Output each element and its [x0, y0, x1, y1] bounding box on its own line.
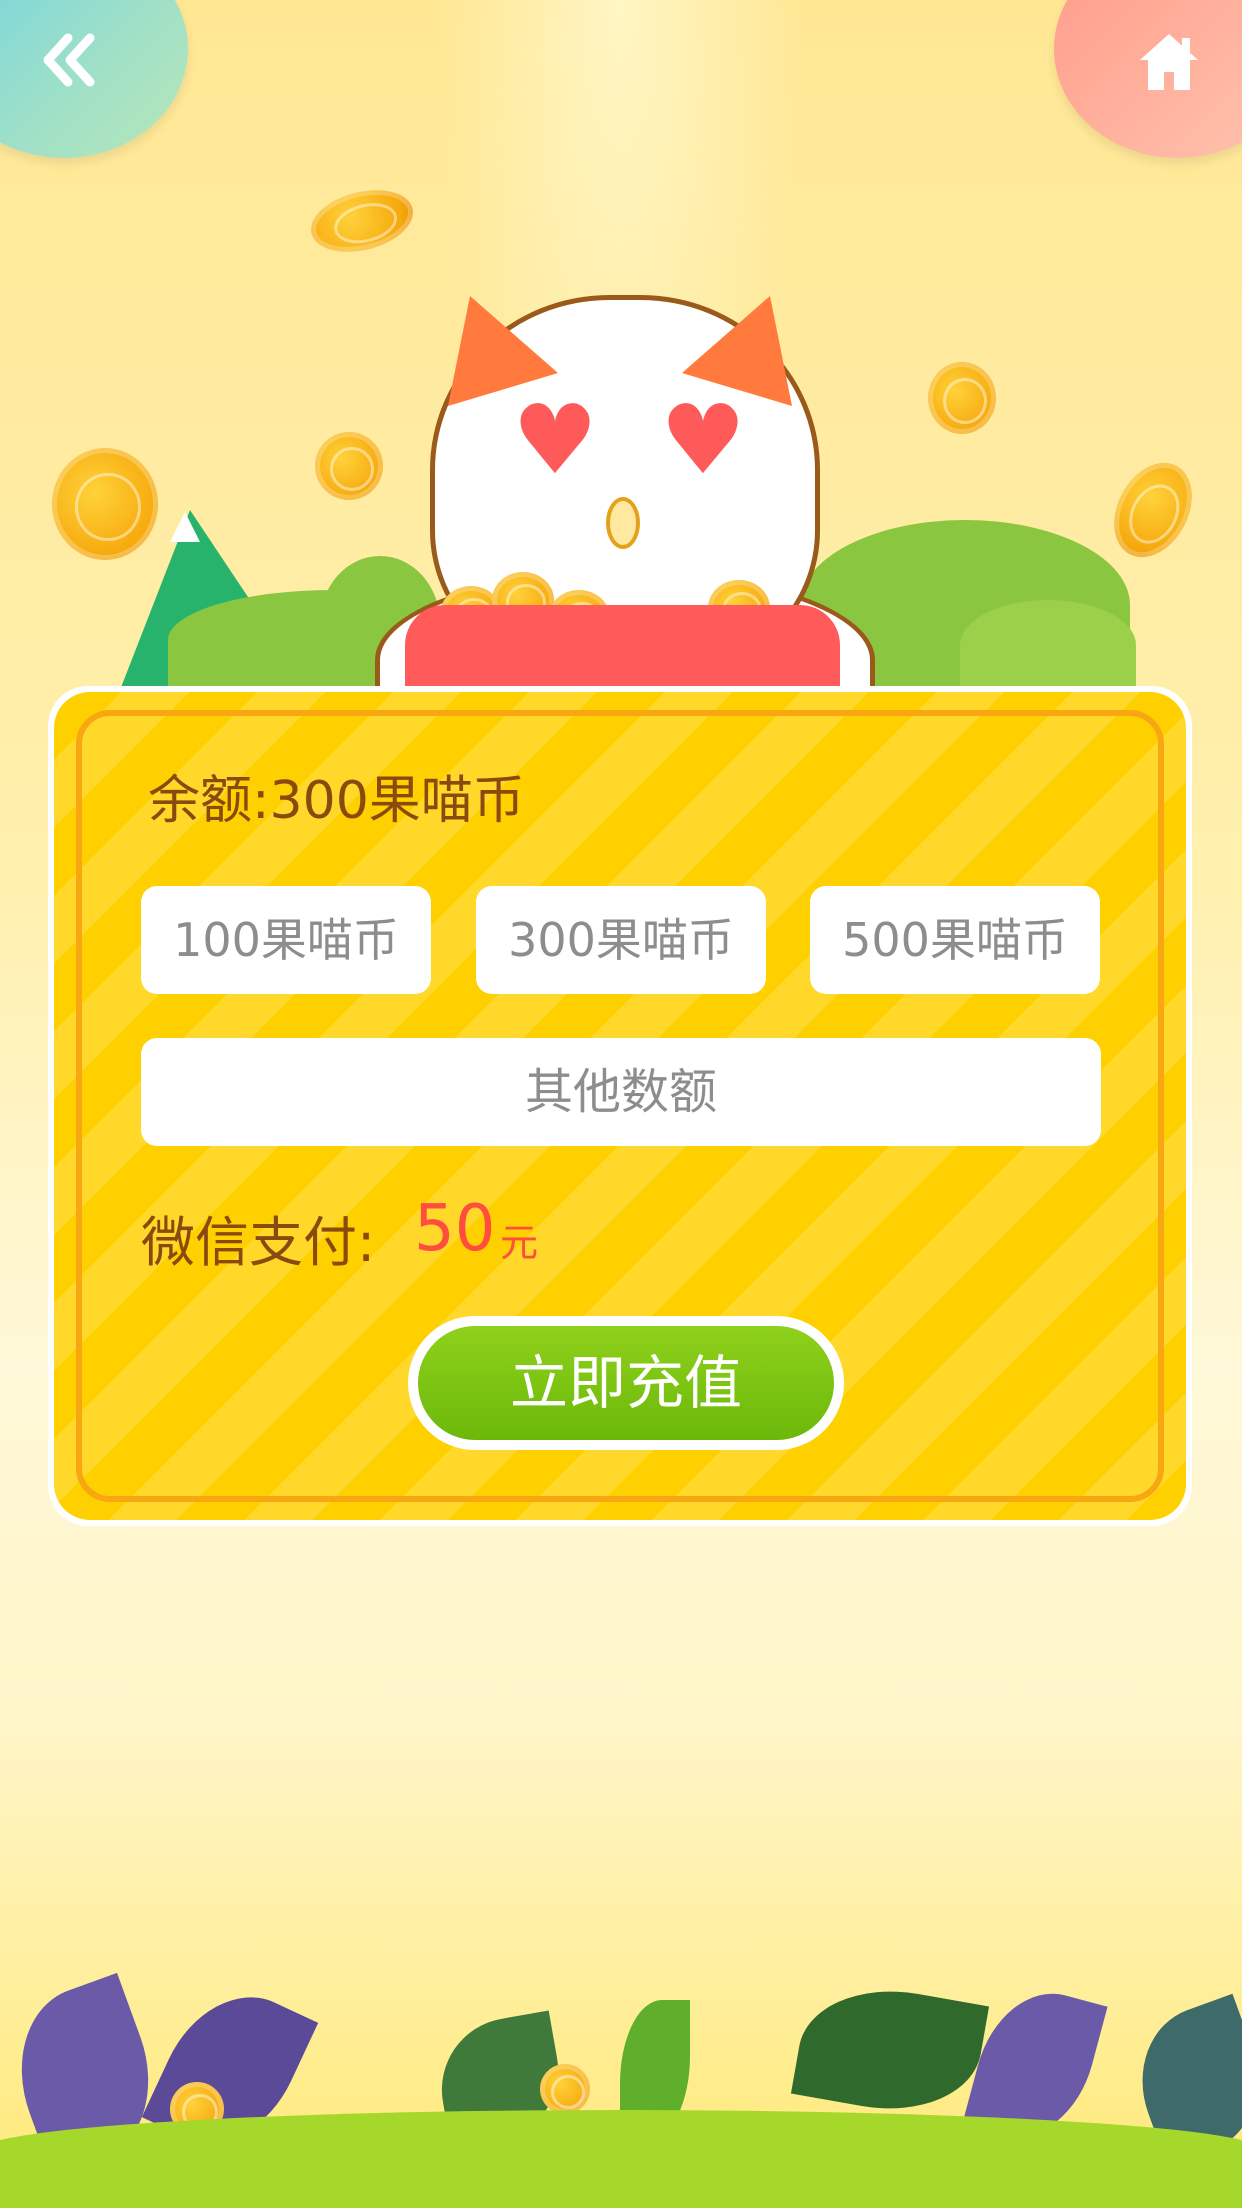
other-amount-button[interactable]: 其他数额 — [141, 1038, 1101, 1146]
payment-label: 微信支付: — [141, 1211, 376, 1274]
heart-eye-icon: ♥ — [512, 384, 599, 496]
payment-amount: 50 — [414, 1192, 496, 1266]
coin-decoration — [928, 362, 996, 434]
balance-value: 300果喵币 — [269, 771, 525, 831]
cat-mouth — [606, 497, 640, 549]
plant-leaf — [790, 1975, 990, 2125]
coin-decoration — [1098, 449, 1208, 571]
double-chevron-left-icon — [43, 33, 95, 87]
balance-label: 余额: — [148, 771, 270, 831]
coin-decoration — [540, 2064, 590, 2114]
home-button[interactable] — [1054, 0, 1242, 158]
heart-eye-icon: ♥ — [660, 384, 747, 496]
home-icon — [1140, 34, 1198, 90]
payment-unit: 元 — [500, 1221, 539, 1265]
pot-red-cloth — [405, 605, 840, 695]
grass-ground — [0, 2110, 1242, 2208]
recharge-screen: ♥ ♥ 余额:300果喵币 100果喵币 300果喵币 500果喵币 其他数额 … — [0, 0, 1242, 2208]
coin-decoration — [304, 180, 420, 262]
amount-option-500[interactable]: 500果喵币 — [810, 886, 1100, 994]
back-button[interactable] — [0, 0, 188, 158]
coin-decoration — [315, 432, 383, 500]
amount-option-300[interactable]: 300果喵币 — [476, 886, 766, 994]
recharge-button[interactable]: 立即充值 — [418, 1326, 834, 1440]
amount-option-100[interactable]: 100果喵币 — [141, 886, 431, 994]
balance-text: 余额:300果喵币 — [148, 758, 525, 833]
bush-right-2 — [960, 600, 1136, 690]
